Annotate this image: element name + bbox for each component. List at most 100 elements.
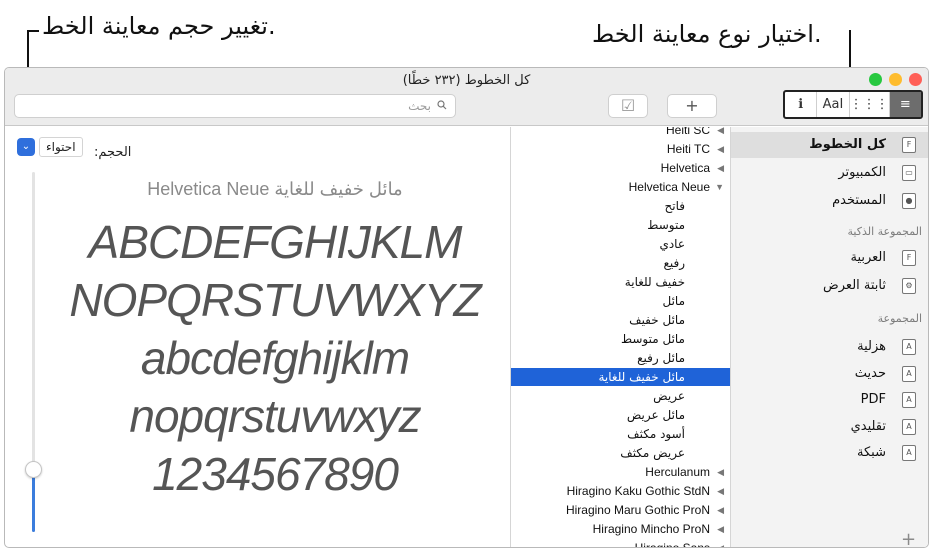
collection-icon: A <box>902 339 916 355</box>
size-popup[interactable]: ⌄ احتواء <box>17 137 87 157</box>
font-row-label: مائل متوسط <box>620 332 685 346</box>
collection-icon: ⚙ <box>902 278 916 294</box>
disclosure-closed-icon[interactable]: ◀ <box>717 482 724 500</box>
disclosure-closed-icon[interactable]: ◀ <box>717 140 724 158</box>
sidebar-item[interactable]: ▭ الكمبيوتر <box>731 160 928 186</box>
size-slider-knob[interactable] <box>25 461 42 478</box>
disclosure-closed-icon[interactable]: ◀ <box>717 127 724 139</box>
font-style-row[interactable]: أسود مكثف <box>511 425 730 443</box>
sidebar-item-label: شبكة <box>857 445 886 460</box>
enable-font-button[interactable]: ☑ <box>608 94 648 118</box>
preview-mode-segmented[interactable]: ℹ AaI ⋮⋮⋮ ≡ <box>783 90 923 119</box>
font-style-row[interactable]: رفيع <box>511 254 730 272</box>
font-row-label: رفيع <box>663 256 685 270</box>
add-font-button[interactable]: + <box>667 94 717 118</box>
add-collection-button[interactable]: + <box>901 529 916 547</box>
sidebar-item[interactable]: A حديث <box>731 361 928 387</box>
size-label: الحجم: <box>94 145 132 160</box>
collection-icon: A <box>902 392 916 408</box>
font-row-label: عريض <box>653 389 685 403</box>
font-style-row[interactable]: فاتح <box>511 197 730 215</box>
close-button[interactable] <box>909 73 922 86</box>
font-family-row[interactable]: Helvetica Neue ▼ <box>511 178 730 196</box>
collection-icon: A <box>902 445 916 461</box>
sidebar-item-label: تقليدي <box>850 418 886 434</box>
sidebar-item-label: المستخدم <box>832 193 886 208</box>
sample-line: nopqrstuvwxyz <box>129 390 421 442</box>
sidebar-section-header: المجموعة الذكية <box>847 225 922 238</box>
font-style-row[interactable]: عادي <box>511 235 730 253</box>
font-style-row[interactable]: عريض <box>511 387 730 405</box>
sidebar-item-label: كل الخطوط <box>809 137 886 152</box>
font-family-row[interactable]: Heiti SC ◀ <box>511 127 730 139</box>
sidebar-item[interactable]: A تقليدي <box>731 414 928 440</box>
font-row-label: Helvetica Neue <box>628 180 710 194</box>
size-value[interactable]: احتواء <box>39 137 83 157</box>
disclosure-closed-icon[interactable]: ◀ <box>717 520 724 538</box>
font-row-label: Heiti TC <box>666 142 710 156</box>
collection-icon: F <box>902 137 916 153</box>
font-family-row[interactable]: Hiragino Kaku Gothic StdN ◀ <box>511 482 730 500</box>
font-row-label: خفيف للغاية <box>624 275 685 289</box>
font-family-row[interactable]: Hiragino Sans ◀ <box>511 539 730 547</box>
disclosure-closed-icon[interactable]: ◀ <box>717 539 724 547</box>
callout-resize-preview: تغيير حجم معاينة الخط. <box>42 12 276 40</box>
font-style-row[interactable]: مائل خفيف <box>511 311 730 329</box>
sidebar-item-label: PDF <box>860 392 886 407</box>
sidebar-item[interactable]: A شبكة <box>731 440 928 466</box>
sidebar-item[interactable]: A PDF <box>731 387 928 413</box>
font-row-label: مائل خفيف <box>629 313 685 327</box>
collection-icon: A <box>902 365 916 382</box>
font-row-label: أسود مكثف <box>627 427 685 441</box>
custom-preview-icon[interactable]: ≡ <box>889 92 921 117</box>
font-family-row[interactable]: Herculanum ◀ <box>511 463 730 481</box>
sidebar-item-label: العربية <box>850 250 886 265</box>
fonts-list[interactable]: Heiti SC ◀ Heiti TC ◀ Helvetica ◀ Helvetica Ne… <box>511 127 730 547</box>
callout-line-left-tick <box>27 30 39 32</box>
font-row-label: عادي <box>659 237 685 251</box>
font-style-row[interactable]: مائل عريض <box>511 406 730 424</box>
font-family-row[interactable]: Heiti TC ◀ <box>511 140 730 158</box>
titlebar: كل الخطوط (٢٣٢ خطًا) بحث ☑ + ℹ AaI ⋮⋮⋮ ≡ <box>5 68 928 126</box>
sidebar-section-header: المجموعة <box>877 312 922 325</box>
font-row-label: Hiragino Mincho ProN <box>592 522 710 536</box>
disclosure-open-icon[interactable]: ▼ <box>715 178 724 196</box>
font-style-row[interactable]: مائل رفيع <box>511 349 730 367</box>
sidebar-item[interactable]: A هزلية <box>731 334 928 360</box>
sample-line: abcdefghijklm <box>140 332 410 384</box>
search-icon <box>437 100 447 110</box>
font-family-row[interactable]: Helvetica ◀ <box>511 159 730 177</box>
sample-line: NOPQRSTUVWXYZ <box>69 274 481 326</box>
disclosure-closed-icon[interactable]: ◀ <box>717 159 724 177</box>
font-style-row[interactable]: مائل <box>511 292 730 310</box>
sidebar-item[interactable]: ⚙ ثابتة العرض <box>731 273 928 299</box>
font-style-row[interactable]: مائل متوسط <box>511 330 730 348</box>
font-style-row[interactable]: مائل خفيف للغاية <box>511 368 730 386</box>
font-style-row[interactable]: متوسط <box>511 216 730 234</box>
repertoire-grid-icon[interactable]: ⋮⋮⋮ <box>850 92 890 117</box>
sidebar-item-label: هزلية <box>857 339 886 354</box>
font-style-row[interactable]: خفيف للغاية <box>511 273 730 291</box>
disclosure-closed-icon[interactable]: ◀ <box>717 501 724 519</box>
preview-pane: الحجم: ⌄ احتواء Helvetica Neue مائل خفيف… <box>5 127 510 547</box>
sidebar-item[interactable]: F العربية <box>731 245 928 271</box>
font-row-label: Hiragino Maru Gothic ProN <box>565 503 710 517</box>
font-row-label: Hiragino Kaku Gothic StdN <box>566 484 710 498</box>
sidebar-item-label: ثابتة العرض <box>823 278 886 293</box>
font-row-label: عريض مكثف <box>620 446 685 460</box>
sidebar-item[interactable]: ● المستخدم <box>731 188 928 214</box>
sidebar-item[interactable]: F كل الخطوط <box>731 132 928 158</box>
chevron-down-icon[interactable]: ⌄ <box>17 138 35 156</box>
search-field[interactable]: بحث <box>14 94 456 118</box>
font-family-row[interactable]: Hiragino Mincho ProN ◀ <box>511 520 730 538</box>
zoom-button[interactable] <box>869 73 882 86</box>
minimize-button[interactable] <box>889 73 902 86</box>
disclosure-closed-icon[interactable]: ◀ <box>717 463 724 481</box>
sample-preview-icon[interactable]: AaI <box>817 92 850 117</box>
font-style-row[interactable]: عريض مكثف <box>511 444 730 462</box>
info-icon[interactable]: ℹ <box>785 92 818 117</box>
font-row-label: فاتح <box>664 199 685 213</box>
font-row-label: مائل عريض <box>626 408 685 422</box>
sidebar-item-label: حديث <box>854 365 886 381</box>
font-family-row[interactable]: Hiragino Maru Gothic ProN ◀ <box>511 501 730 519</box>
